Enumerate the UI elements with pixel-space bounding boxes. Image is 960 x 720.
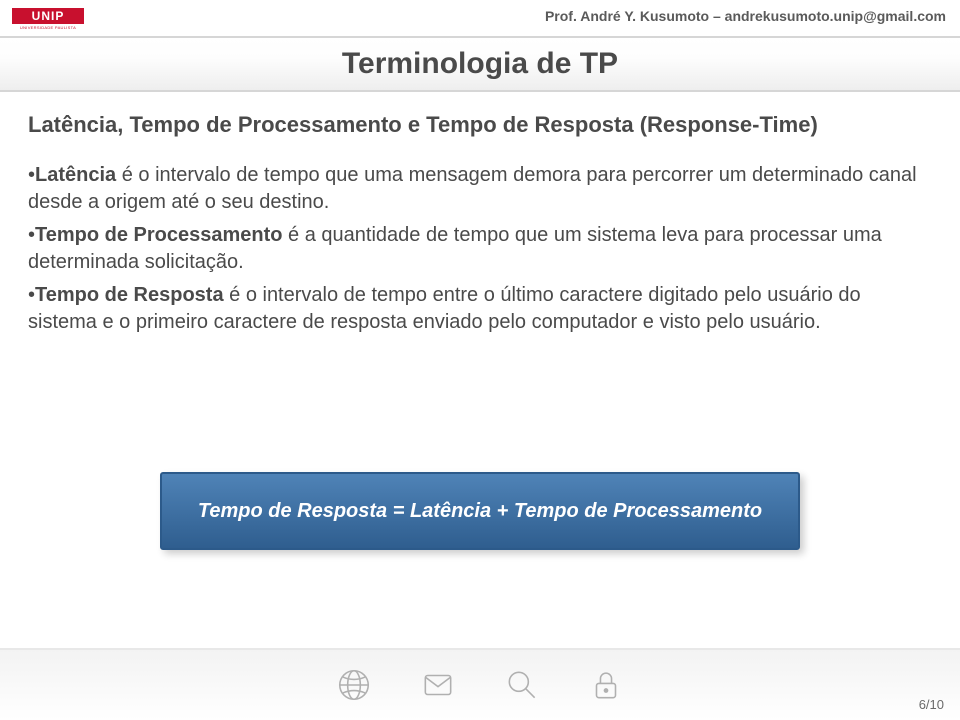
globe-icon (332, 663, 376, 707)
logo-brand: UNIP (12, 8, 84, 24)
unip-logo: UNIP UNIVERSIDADE PAULISTA (12, 8, 84, 30)
page-number: 6/10 (919, 697, 944, 712)
content-area: Latência, Tempo de Processamento e Tempo… (28, 112, 932, 342)
logo-subtitle: UNIVERSIDADE PAULISTA (12, 25, 84, 30)
page-title: Terminologia de TP (342, 47, 618, 81)
lock-icon (584, 663, 628, 707)
author-line: Prof. André Y. Kusumoto – andrekusumoto.… (545, 8, 946, 24)
bullet-latencia: •Latência é o intervalo de tempo que uma… (28, 162, 932, 216)
search-icon (500, 663, 544, 707)
bullet-resposta: •Tempo de Resposta é o intervalo de temp… (28, 282, 932, 336)
formula-text: Tempo de Resposta = Latência + Tempo de … (198, 500, 762, 523)
mail-icon (416, 663, 460, 707)
formula-box: Tempo de Resposta = Latência + Tempo de … (160, 472, 800, 550)
subtitle: Latência, Tempo de Processamento e Tempo… (28, 112, 932, 138)
title-bar: Terminologia de TP (0, 36, 960, 92)
term-processamento: Tempo de Processamento (35, 224, 282, 246)
footer-bar (0, 648, 960, 720)
term-latencia: Latência (35, 164, 116, 186)
bullet-processamento: •Tempo de Processamento é a quantidade d… (28, 222, 932, 276)
desc-latencia: é o intervalo de tempo que uma mensagem … (28, 164, 917, 213)
term-resposta: Tempo de Resposta (35, 284, 224, 306)
